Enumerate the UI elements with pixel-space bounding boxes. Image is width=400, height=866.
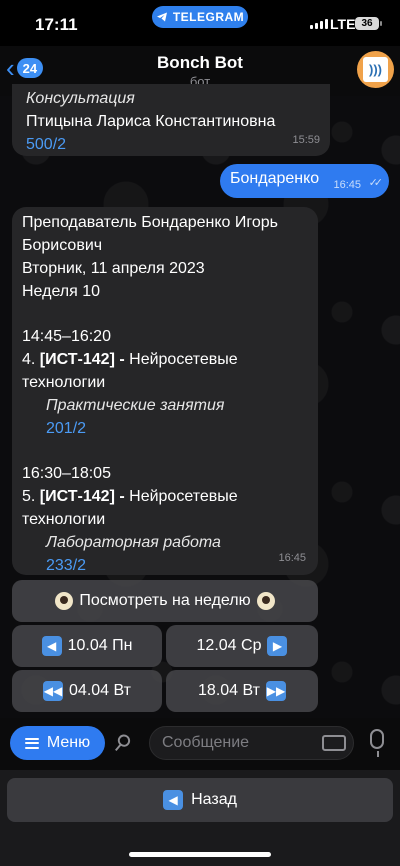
network-type: LTE [330, 16, 356, 32]
week-view-button[interactable]: Посмотреть на неделю [12, 580, 318, 622]
attach-icon[interactable]: ⚲ [108, 728, 136, 758]
schedule-date: Вторник, 11 апреля 2023 [22, 260, 205, 277]
lesson-type: Консультация [26, 90, 135, 107]
eyes-icon [55, 592, 74, 610]
arrow-left-icon: ◀ [163, 790, 184, 810]
back-reply-label: Назад [191, 791, 237, 808]
schedule-week: Неделя 10 [22, 283, 101, 300]
telegram-pill[interactable]: TELEGRAM [152, 6, 248, 28]
prev-week-label: 04.04 Вт [69, 682, 131, 699]
home-indicator [129, 852, 271, 857]
lesson-time: 16:30–18:05 [22, 465, 111, 482]
room-link[interactable]: 500/2 [26, 133, 316, 156]
next-day-button[interactable]: 12.04 Ср ▶ [166, 625, 318, 667]
back-reply-button[interactable]: ◀ Назад [7, 778, 393, 822]
microphone-icon[interactable] [370, 729, 384, 757]
lesson-type: Лабораторная работа [46, 534, 221, 551]
teacher-line: Преподаватель Бондаренко Игорь [22, 214, 278, 231]
read-checks-icon: ✓✓ [368, 177, 384, 189]
eyes-icon [256, 592, 275, 610]
message-bubble-prev: Консультация Птицына Лариса Константинов… [12, 84, 330, 156]
telegram-pill-label: TELEGRAM [172, 10, 245, 24]
outgoing-text: Бондаренко [230, 170, 320, 187]
signal-icon [310, 19, 328, 29]
next-week-button[interactable]: 18.04 Вт ▶▶ [166, 670, 318, 712]
menu-label: Меню [46, 734, 91, 751]
message-bubble-outgoing: Бондаренко 16:45 ✓✓ [220, 164, 389, 198]
bot-avatar[interactable]: ))) [357, 51, 394, 88]
chat-title[interactable]: Bonch Bot [0, 53, 400, 73]
lesson-time: 14:45–16:20 [22, 328, 111, 345]
menu-button[interactable]: Меню [10, 726, 105, 760]
room-link[interactable]: 233/2 [22, 554, 308, 577]
teacher-name: Птицына Лариса Константиновна [26, 113, 276, 130]
keyboard-icon[interactable] [322, 735, 346, 751]
prev-day-label: 10.04 Пн [67, 637, 133, 654]
message-time: 16:45 [333, 179, 361, 191]
arrow-right-icon: ▶ [267, 636, 288, 656]
week-view-label: Посмотреть на неделю [79, 592, 251, 609]
message-bubble-schedule: Преподаватель Бондаренко Игорь Борисович… [12, 207, 318, 575]
arrow-left-icon: ◀ [41, 636, 62, 656]
message-time: 16:45 [278, 552, 306, 564]
lesson-subject-cont: технологии [22, 511, 106, 528]
lesson-subject-cont: технологии [22, 374, 106, 391]
next-day-label: 12.04 Ср [196, 637, 262, 654]
bot-logo-icon: ))) [363, 57, 388, 82]
telegram-icon [156, 12, 167, 22]
fast-forward-icon: ▶▶ [265, 681, 286, 701]
prev-week-button[interactable]: ◀◀ 04.04 Вт [12, 670, 162, 712]
teacher-line: Борисович [22, 237, 103, 254]
lesson-type: Практические занятия [46, 397, 225, 414]
status-time: 17:11 [35, 15, 78, 34]
message-time: 15:59 [292, 134, 320, 146]
lesson-title: 5. [ИСТ-142] - Нейросетевые [22, 488, 238, 505]
status-bar: 17:11 TELEGRAM LTE 36 [0, 0, 400, 46]
battery-icon: 36 [355, 17, 382, 30]
prev-day-button[interactable]: ◀ 10.04 Пн [12, 625, 162, 667]
next-week-label: 18.04 Вт [198, 682, 260, 699]
room-link[interactable]: 201/2 [22, 417, 308, 440]
input-bar: Меню ⚲ [0, 718, 400, 770]
rewind-icon: ◀◀ [43, 681, 64, 701]
lesson-title: 4. [ИСТ-142] - Нейросетевые [22, 351, 238, 368]
hamburger-icon [24, 737, 39, 749]
